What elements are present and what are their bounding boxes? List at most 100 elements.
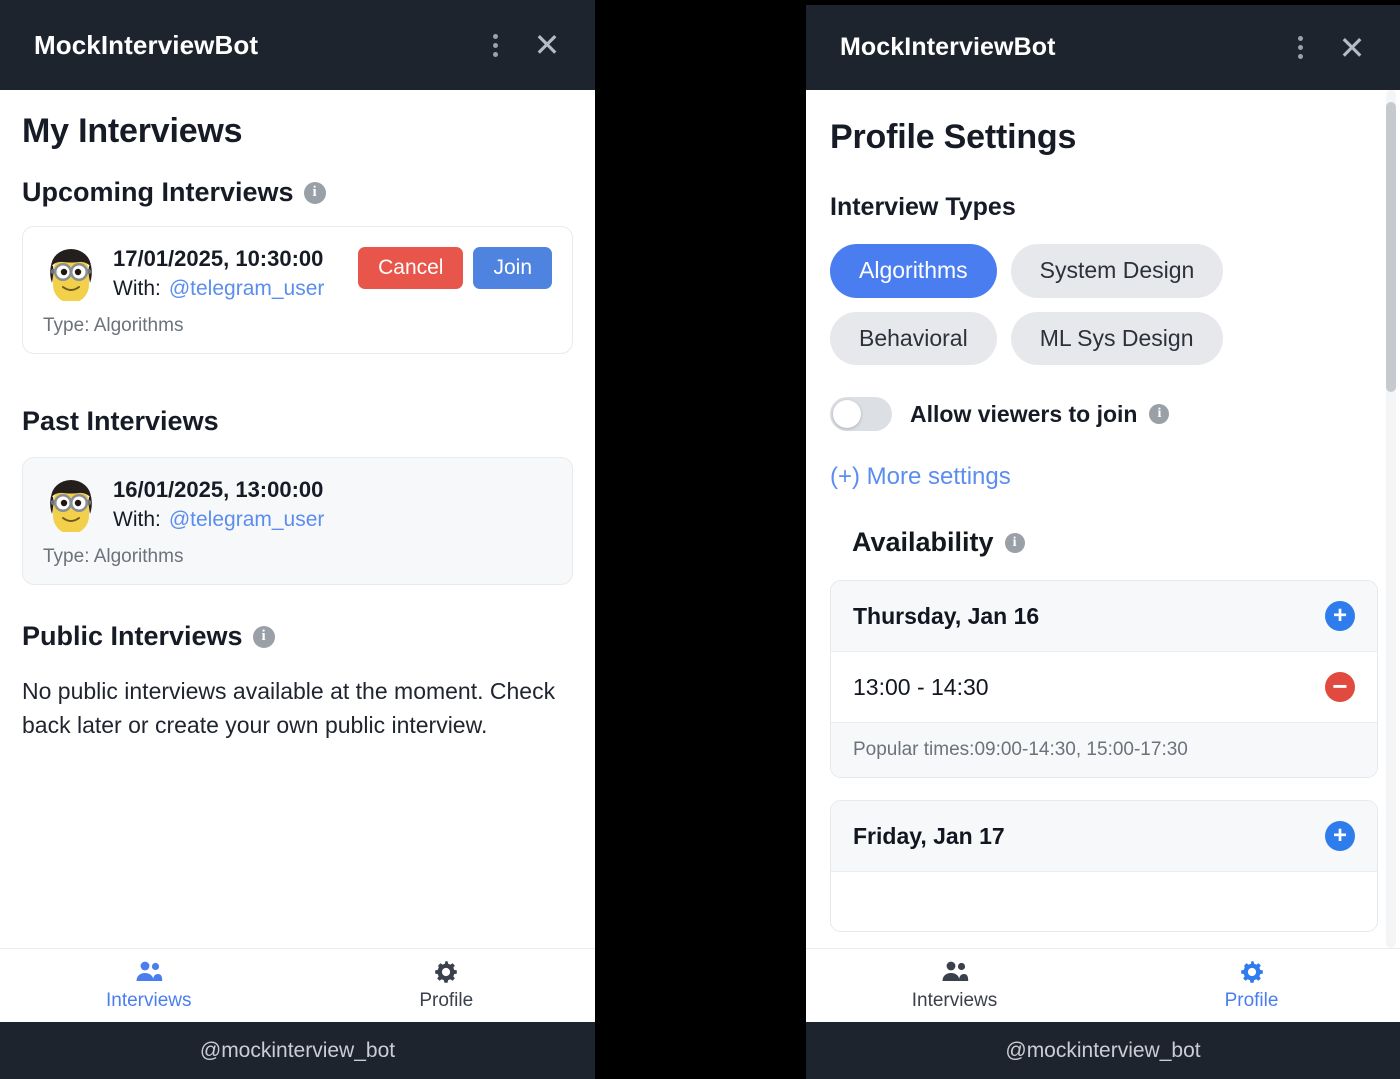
partner-username-link[interactable]: @telegram_user	[169, 508, 325, 531]
with-label: With:	[113, 507, 161, 531]
pill-system-design[interactable]: System Design	[1010, 244, 1224, 298]
availability-day-title: Thursday, Jan 16	[853, 602, 1040, 629]
info-icon[interactable]: i	[252, 625, 275, 648]
interview-meta: 17/01/2025, 10:30:00 With: @telegram_user	[113, 245, 344, 301]
allow-viewers-label-group: Allow viewers to join i	[910, 400, 1170, 428]
scrollbar-track[interactable]	[1386, 90, 1396, 948]
sidebar-item-interviews[interactable]: Interviews	[0, 949, 298, 1022]
left-footer-bar: @mockinterview_bot	[0, 1022, 595, 1079]
past-heading-label: Past Interviews	[22, 406, 219, 436]
interview-type: Type: Algorithms	[43, 546, 184, 567]
minion-avatar	[43, 476, 99, 532]
more-settings-link[interactable]: (+) More settings	[830, 463, 1011, 491]
add-slot-button[interactable]: +	[1325, 601, 1355, 632]
partner-username-link[interactable]: @telegram_user	[169, 277, 325, 300]
close-button[interactable]: ✕	[521, 19, 573, 71]
pill-behavioral[interactable]: Behavioral	[830, 311, 997, 366]
info-icon[interactable]: i	[1149, 404, 1170, 425]
nav-label-interviews: Interviews	[911, 990, 998, 1011]
interview-datetime: 17/01/2025, 10:30:00	[113, 246, 324, 271]
join-button[interactable]: Join	[473, 247, 552, 290]
right-title-bar: MockInterviewBot ✕	[806, 5, 1400, 90]
right-app-panel: MockInterviewBot ✕ Profile Settings Inte…	[806, 5, 1400, 1079]
menu-button[interactable]	[1274, 22, 1326, 74]
right-content-scroll[interactable]: Profile Settings Interview Types Algorit…	[806, 90, 1400, 948]
availability-day-card: Friday, Jan 17 +	[830, 800, 1378, 933]
interview-with-row: With: @telegram_user	[113, 277, 344, 301]
gear-icon	[1239, 959, 1265, 985]
availability-day-header: Friday, Jan 17 +	[831, 801, 1377, 872]
sidebar-item-interviews[interactable]: Interviews	[806, 949, 1103, 1022]
screen-root: MockInterviewBot ✕ My Interviews Upcomin…	[0, 0, 1400, 1079]
remove-slot-button[interactable]: −	[1325, 672, 1355, 703]
availability-slot-row: 13:00 - 14:30 −	[831, 651, 1377, 723]
interview-type-pill-group: Algorithms System Design Behavioral ML S…	[830, 244, 1378, 366]
info-icon[interactable]: i	[1004, 532, 1025, 553]
interview-card-top-row: 17/01/2025, 10:30:00 With: @telegram_user…	[43, 245, 552, 301]
nav-label-interviews: Interviews	[105, 990, 192, 1011]
availability-slot-time: 13:00 - 14:30	[853, 673, 989, 700]
close-icon: ✕	[1338, 29, 1366, 66]
public-empty-message: No public interviews available at the mo…	[22, 678, 556, 739]
availability-slot-row-placeholder	[831, 871, 1377, 932]
pill-ml-sys-design[interactable]: ML Sys Design	[1010, 311, 1223, 366]
interview-types-label: Interview Types	[830, 193, 1016, 221]
app-title: MockInterviewBot	[840, 33, 1056, 61]
public-heading-label: Public Interviews	[22, 621, 243, 651]
scrollbar-thumb[interactable]	[1386, 102, 1396, 392]
past-interview-card[interactable]: 16/01/2025, 13:00:00 With: @telegram_user…	[22, 457, 573, 585]
past-interviews-heading: Past Interviews	[22, 406, 573, 437]
availability-label: Availability	[852, 527, 994, 558]
allow-viewers-label: Allow viewers to join	[910, 400, 1138, 427]
interview-with-row: With: @telegram_user	[113, 508, 552, 532]
upcoming-interview-card[interactable]: 17/01/2025, 10:30:00 With: @telegram_user…	[22, 226, 573, 354]
app-title: MockInterviewBot	[34, 29, 259, 60]
nav-label-profile: Profile	[1224, 990, 1279, 1011]
close-button[interactable]: ✕	[1326, 22, 1378, 74]
page-title: Profile Settings	[830, 118, 1077, 156]
people-icon	[134, 959, 164, 985]
popular-times-values: 09:00-14:30, 15:00-17:30	[974, 739, 1188, 761]
close-icon: ✕	[533, 27, 561, 63]
bot-handle: @mockinterview_bot	[199, 1038, 396, 1062]
availability-popular-row: Popular times:09:00-14:30, 15:00-17:30	[831, 722, 1377, 778]
nav-label-profile: Profile	[419, 990, 474, 1011]
pill-algorithms[interactable]: Algorithms	[830, 244, 997, 298]
allow-viewers-toggle[interactable]	[830, 397, 892, 432]
right-bottom-nav: Interviews Profile	[806, 948, 1400, 1022]
three-dots-vertical-icon	[492, 33, 498, 57]
left-app-panel: MockInterviewBot ✕ My Interviews Upcomin…	[0, 0, 595, 1079]
interview-card-top-row: 16/01/2025, 13:00:00 With: @telegram_user	[43, 476, 552, 532]
left-bottom-nav: Interviews Profile	[0, 948, 595, 1022]
with-label: With:	[113, 276, 161, 300]
menu-button[interactable]	[469, 19, 521, 71]
gear-icon	[433, 959, 459, 985]
availability-day-card: Thursday, Jan 16 + 13:00 - 14:30 − Popul…	[830, 580, 1378, 779]
allow-viewers-row: Allow viewers to join i	[830, 397, 1378, 432]
interview-actions: Cancel Join	[358, 245, 552, 290]
popular-times-label: Popular times:	[853, 739, 975, 761]
upcoming-interviews-heading: Upcoming Interviews i	[22, 177, 573, 208]
left-title-bar: MockInterviewBot ✕	[0, 0, 595, 90]
toggle-knob	[833, 400, 861, 429]
people-icon	[940, 959, 970, 985]
upcoming-heading-label: Upcoming Interviews	[22, 177, 294, 207]
right-footer-bar: @mockinterview_bot	[806, 1022, 1400, 1079]
public-interviews-heading: Public Interviews i	[22, 621, 573, 652]
page-title: My Interviews	[22, 112, 243, 150]
interview-meta: 16/01/2025, 13:00:00 With: @telegram_user	[113, 476, 552, 532]
interview-datetime: 16/01/2025, 13:00:00	[113, 477, 324, 502]
availability-heading: Availability i	[830, 527, 1378, 558]
interview-type: Type: Algorithms	[43, 315, 184, 336]
info-icon[interactable]: i	[303, 181, 326, 204]
cancel-button[interactable]: Cancel	[358, 247, 464, 290]
sidebar-item-profile[interactable]: Profile	[298, 949, 596, 1022]
sidebar-item-profile[interactable]: Profile	[1103, 949, 1400, 1022]
availability-day-title: Friday, Jan 17	[853, 822, 1005, 849]
add-slot-button[interactable]: +	[1325, 821, 1355, 852]
availability-day-header: Thursday, Jan 16 +	[831, 581, 1377, 652]
three-dots-vertical-icon	[1297, 36, 1303, 59]
left-content-scroll[interactable]: My Interviews Upcoming Interviews i 17/0…	[0, 90, 595, 948]
minion-avatar	[43, 245, 99, 301]
interview-types-heading: Interview Types	[830, 193, 1378, 222]
